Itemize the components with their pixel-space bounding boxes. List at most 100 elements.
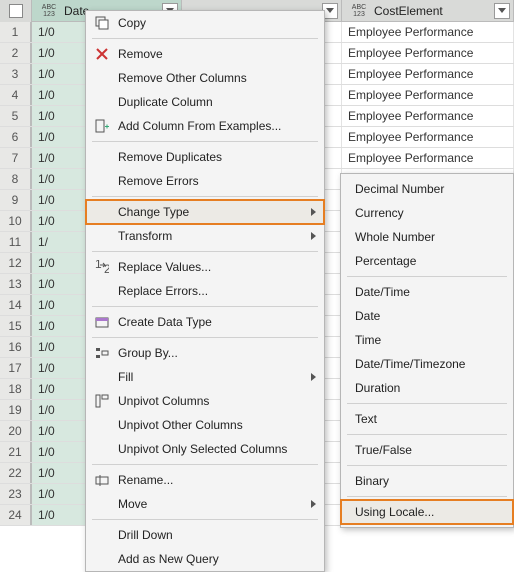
submenu-truefalse[interactable]: True/False (341, 438, 513, 462)
cell-costelement[interactable]: Employee Performance (342, 127, 514, 147)
menu-unpivot-other[interactable]: Unpivot Other Columns (86, 413, 324, 437)
submenu-time[interactable]: Time (341, 328, 513, 352)
replace-icon: 12 (90, 257, 114, 277)
menu-separator (92, 306, 318, 307)
submenu-arrow-icon (311, 208, 316, 216)
menu-separator (92, 337, 318, 338)
change-type-submenu: Decimal Number Currency Whole Number Per… (340, 173, 514, 528)
submenu-using-locale[interactable]: Using Locale... (341, 500, 513, 524)
submenu-arrow-icon (311, 232, 316, 240)
menu-remove-other[interactable]: Remove Other Columns (86, 66, 324, 90)
cell-costelement[interactable]: Employee Performance (342, 85, 514, 105)
table-icon (9, 4, 23, 18)
row-header[interactable]: 24 (0, 505, 32, 525)
unpivot-icon (90, 391, 114, 411)
filter-dropdown-icon[interactable] (494, 3, 510, 19)
column-context-menu: Copy Remove Remove Other Columns Duplica… (85, 10, 325, 572)
row-header[interactable]: 16 (0, 337, 32, 357)
menu-separator (92, 519, 318, 520)
menu-unpivot-selected[interactable]: Unpivot Only Selected Columns (86, 437, 324, 461)
menu-separator (92, 464, 318, 465)
menu-remove-duplicates[interactable]: Remove Duplicates (86, 145, 324, 169)
submenu-currency[interactable]: Currency (341, 201, 513, 225)
submenu-percentage[interactable]: Percentage (341, 249, 513, 273)
select-all-corner[interactable] (0, 0, 32, 22)
menu-replace-errors[interactable]: Replace Errors... (86, 279, 324, 303)
datatype-icon[interactable]: ABC123 (348, 3, 370, 19)
menu-duplicate[interactable]: Duplicate Column (86, 90, 324, 114)
row-header[interactable]: 13 (0, 274, 32, 294)
row-header[interactable]: 8 (0, 169, 32, 189)
menu-separator (347, 276, 507, 277)
row-header[interactable]: 6 (0, 127, 32, 147)
cell-costelement[interactable]: Employee Performance (342, 22, 514, 42)
row-header[interactable]: 7 (0, 148, 32, 168)
row-header[interactable]: 11 (0, 232, 32, 252)
row-header[interactable]: 10 (0, 211, 32, 231)
group-icon (90, 343, 114, 363)
submenu-datetime[interactable]: Date/Time (341, 280, 513, 304)
submenu-arrow-icon (311, 373, 316, 381)
menu-replace-values[interactable]: 12 Replace Values... (86, 255, 324, 279)
row-header[interactable]: 18 (0, 379, 32, 399)
copy-icon (90, 13, 114, 33)
menu-separator (347, 403, 507, 404)
row-header[interactable]: 19 (0, 400, 32, 420)
row-header[interactable]: 15 (0, 316, 32, 336)
row-header[interactable]: 17 (0, 358, 32, 378)
row-header[interactable]: 23 (0, 484, 32, 504)
submenu-whole[interactable]: Whole Number (341, 225, 513, 249)
menu-remove-errors[interactable]: Remove Errors (86, 169, 324, 193)
menu-unpivot[interactable]: Unpivot Columns (86, 389, 324, 413)
menu-add-examples[interactable]: Add Column From Examples... (86, 114, 324, 138)
menu-remove[interactable]: Remove (86, 42, 324, 66)
row-header[interactable]: 3 (0, 64, 32, 84)
remove-icon (90, 44, 114, 64)
submenu-dtz[interactable]: Date/Time/Timezone (341, 352, 513, 376)
menu-add-new-query[interactable]: Add as New Query (86, 547, 324, 571)
data-type-icon (90, 312, 114, 332)
submenu-arrow-icon (311, 500, 316, 508)
menu-create-data-type[interactable]: Create Data Type (86, 310, 324, 334)
row-header[interactable]: 4 (0, 85, 32, 105)
menu-separator (347, 496, 507, 497)
menu-separator (92, 38, 318, 39)
menu-copy[interactable]: Copy (86, 11, 324, 35)
row-header[interactable]: 22 (0, 463, 32, 483)
cell-costelement[interactable]: Employee Performance (342, 106, 514, 126)
cell-costelement[interactable]: Employee Performance (342, 43, 514, 63)
row-header[interactable]: 12 (0, 253, 32, 273)
menu-group-by[interactable]: Group By... (86, 341, 324, 365)
menu-separator (92, 251, 318, 252)
row-header[interactable]: 21 (0, 442, 32, 462)
submenu-binary[interactable]: Binary (341, 469, 513, 493)
menu-transform[interactable]: Transform (86, 224, 324, 248)
submenu-date[interactable]: Date (341, 304, 513, 328)
submenu-decimal[interactable]: Decimal Number (341, 177, 513, 201)
row-header[interactable]: 20 (0, 421, 32, 441)
menu-separator (347, 434, 507, 435)
row-header[interactable]: 14 (0, 295, 32, 315)
menu-move[interactable]: Move (86, 492, 324, 516)
column-label: CostElement (374, 4, 507, 18)
menu-change-type[interactable]: Change Type (86, 200, 324, 224)
add-column-icon (90, 116, 114, 136)
row-header[interactable]: 5 (0, 106, 32, 126)
row-header[interactable]: 1 (0, 22, 32, 42)
menu-fill[interactable]: Fill (86, 365, 324, 389)
menu-separator (92, 196, 318, 197)
menu-drill-down[interactable]: Drill Down (86, 523, 324, 547)
column-header-costelement[interactable]: ABC123 CostElement (342, 0, 514, 21)
submenu-duration[interactable]: Duration (341, 376, 513, 400)
submenu-text[interactable]: Text (341, 407, 513, 431)
cell-costelement[interactable]: Employee Performance (342, 148, 514, 168)
menu-separator (347, 465, 507, 466)
datatype-icon[interactable]: ABC123 (38, 3, 60, 19)
rename-icon (90, 470, 114, 490)
svg-text:2: 2 (104, 262, 109, 274)
row-header[interactable]: 9 (0, 190, 32, 210)
menu-rename[interactable]: Rename... (86, 468, 324, 492)
row-header[interactable]: 2 (0, 43, 32, 63)
cell-costelement[interactable]: Employee Performance (342, 64, 514, 84)
menu-separator (92, 141, 318, 142)
